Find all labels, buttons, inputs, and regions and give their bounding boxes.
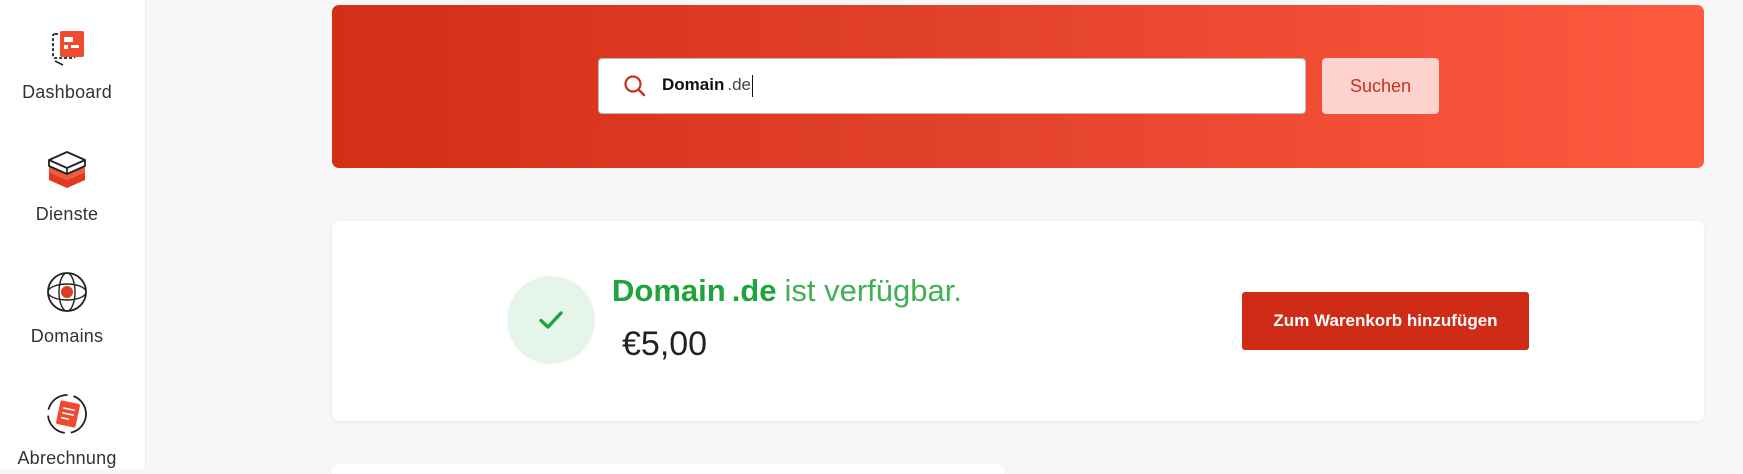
text-caret [751,75,753,97]
globe-icon [47,272,87,312]
result-domain-tld: .de [731,273,777,308]
availability-result-card: Domain .de ist verfügbar. €5,00 Zum Warenk… [332,221,1704,421]
sidebar-item-label: Abrechnung [17,448,117,468]
domain-search-banner: Domain .de Suchen [332,5,1704,168]
availability-message: Domain .de ist verfügbar. [612,273,962,309]
search-input[interactable]: Domain .de [598,58,1306,114]
dashboard-icon [52,31,84,66]
services-stack-icon [48,151,86,188]
next-result-card [332,464,1004,474]
sidebar-item-label: Dienste [35,204,99,224]
domain-price: €5,00 [622,325,708,363]
sidebar-item-label: Domains [30,326,104,346]
search-query-tld: .de [727,75,751,94]
sidebar: Dashboard Dienste Domains Abrechnung [0,0,146,469]
add-to-cart-button[interactable]: Zum Warenkorb hinzufügen [1242,292,1529,350]
result-domain-name: Domain [612,273,726,308]
availability-status-text: ist verfügbar. [784,273,962,308]
available-status-badge [507,276,595,364]
sidebar-item-dienste[interactable]: Dienste [0,146,134,225]
search-query-domain: Domain [662,75,725,94]
search-button[interactable]: Suchen [1322,58,1439,114]
sidebar-item-label: Dashboard [22,82,112,102]
sidebar-item-domains[interactable]: Domains [0,268,134,347]
search-query[interactable]: Domain .de [662,75,753,97]
sidebar-item-abrechnung[interactable]: Abrechnung [0,390,134,469]
search-icon [624,75,646,97]
billing-icon [47,394,87,434]
sidebar-item-dashboard[interactable]: Dashboard [0,24,134,103]
checkmark-icon [539,311,563,329]
